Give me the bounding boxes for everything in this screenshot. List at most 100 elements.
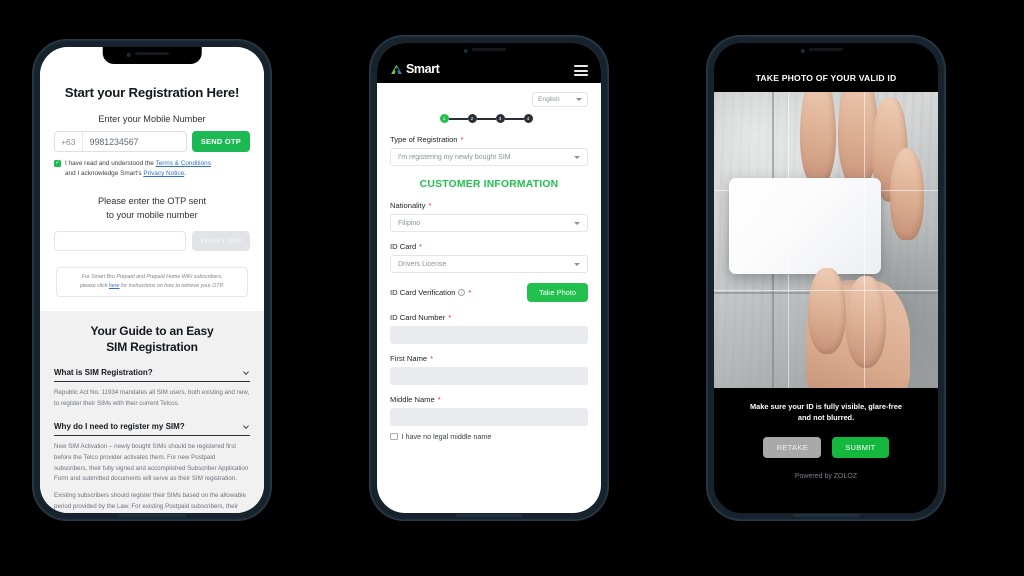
otp-instruction-line2: to your mobile number (106, 209, 198, 220)
no-middle-name-checkbox[interactable] (390, 432, 398, 441)
field-nationality: Nationality * Filipino (390, 201, 588, 232)
faq-header-1[interactable]: What is SIM Registration? (54, 368, 250, 383)
info-icon[interactable]: i (458, 289, 466, 296)
id-card-value: Drivers License (398, 260, 447, 268)
capture-instruction: Make sure your ID is fully visible, glar… (714, 388, 938, 423)
id-card-label-text: ID Card (390, 242, 417, 251)
id-card-preview (729, 178, 881, 274)
first-name-label-text: First Name (390, 354, 428, 363)
required-asterisk: * (468, 288, 472, 297)
first-name-input[interactable] (390, 367, 588, 385)
front-camera-icon (800, 49, 805, 53)
grid-line-vertical (864, 92, 866, 388)
note-here-link[interactable]: here (109, 283, 120, 289)
camera-viewfinder[interactable] (714, 92, 938, 388)
smart-bro-note: For Smart Bro Prepaid and Prepaid Home W… (56, 267, 248, 297)
take-photo-button[interactable]: Take Photo (527, 283, 588, 302)
type-of-registration-select[interactable]: I'm registering my newly bought SIM (390, 148, 588, 166)
grid-line-vertical (787, 92, 789, 388)
chevron-down-icon (574, 262, 580, 266)
faq-item-what-is-sim-registration[interactable]: What is SIM Registration? Republic Act N… (54, 368, 250, 409)
hamburger-line (574, 69, 588, 72)
faq-item-why-register-sim[interactable]: Why do I need to register my SIM? New SI… (54, 422, 250, 513)
step-1[interactable]: 1 (439, 114, 449, 123)
chevron-down-icon (574, 155, 580, 159)
id-number-label-text: ID Card Number (390, 313, 446, 322)
field-type-of-registration: Type of Registration * I'm registering my… (390, 135, 588, 166)
otp-row: VERIFY OTP (54, 231, 250, 252)
verify-otp-button[interactable]: VERIFY OTP (191, 231, 250, 252)
id-card-select[interactable]: Drivers License (390, 255, 588, 273)
language-selector[interactable]: English (532, 92, 588, 107)
phone3-screen: TAKE PHOTO OF YOUR VALID ID Make sure yo… (714, 43, 938, 513)
field-first-name: First Name * (390, 354, 588, 385)
phone-customer-information-form: Smart English 1 2 3 4 Type of Registrati… (370, 36, 608, 520)
submit-button[interactable]: SUBMIT (832, 437, 889, 459)
screenshot-stage: Start your Registration Here! Enter your… (0, 0, 1024, 576)
faq-answer-2-para2: Existing subscribers should register the… (54, 492, 246, 510)
nationality-select[interactable]: Filipino (390, 214, 588, 232)
capture-actions: RETAKE SUBMIT (714, 423, 938, 459)
grid-line-horizontal (714, 290, 938, 292)
step-connector (476, 117, 496, 120)
language-row: English (390, 92, 588, 107)
phone3-notch (776, 43, 876, 60)
step-3[interactable]: 3 (495, 114, 505, 123)
hamburger-line (574, 74, 588, 76)
capture-instruction-line2: and not blurred. (797, 412, 855, 422)
notch-speaker (472, 48, 506, 51)
phone3-inner: TAKE PHOTO OF YOUR VALID ID Make sure yo… (714, 43, 938, 513)
phone-id-capture: TAKE PHOTO OF YOUR VALID ID Make sure yo… (707, 36, 945, 520)
language-value: English (538, 96, 560, 103)
registration-top-section: Start your Registration Here! Enter your… (40, 47, 264, 297)
consent-checkbox[interactable] (54, 160, 61, 167)
id-card-number-input[interactable] (390, 326, 588, 344)
type-of-registration-label: Type of Registration * (390, 135, 588, 144)
chevron-down-icon (576, 98, 582, 101)
grid-line-horizontal (714, 189, 938, 191)
phone1-home-indicator (118, 514, 186, 517)
terms-conditions-link[interactable]: Terms & Conditions (156, 160, 211, 167)
privacy-notice-link[interactable]: Privacy Notice (143, 170, 184, 177)
retake-button[interactable]: RETAKE (763, 437, 822, 459)
type-label-text: Type of Registration (390, 135, 458, 144)
step-2[interactable]: 2 (467, 114, 477, 123)
middle-name-input[interactable] (390, 408, 588, 426)
required-asterisk: * (460, 135, 464, 144)
middle-name-label: Middle Name * (390, 395, 588, 404)
send-otp-button[interactable]: SEND OTP (191, 131, 250, 152)
id-capture-page: TAKE PHOTO OF YOUR VALID ID Make sure yo… (714, 43, 938, 513)
type-of-registration-value: I'm registering my newly bought SIM (398, 153, 511, 161)
finger (890, 148, 924, 240)
mobile-input[interactable]: 9981234567 (83, 132, 146, 151)
form-content: English 1 2 3 4 Type of Registration * I… (377, 83, 601, 441)
phone2-notch (439, 43, 539, 60)
note-line-1: For Smart Bro Prepaid and Prepaid Home W… (81, 274, 223, 281)
nationality-label: Nationality * (390, 201, 588, 210)
otp-input[interactable] (54, 231, 186, 252)
guide-title-line2: SIM Registration (106, 339, 198, 354)
section-title-customer-information: CUSTOMER INFORMATION (419, 179, 559, 190)
mobile-input-group[interactable]: +63 9981234567 (54, 131, 187, 152)
consent-block: I have read and understood the Terms & C… (54, 159, 250, 179)
brand-name: Smart (406, 62, 440, 76)
id-card-number-label: ID Card Number * (390, 313, 588, 322)
mobile-number-label: Enter your Mobile Number (98, 114, 206, 124)
country-code: +63 (55, 132, 83, 151)
field-middle-name: Middle Name * I have no legal middle name (390, 395, 588, 441)
field-id-card-verification: ID Card Verification i * Take Photo (390, 283, 588, 302)
faq-header-2[interactable]: Why do I need to register my SIM? (54, 422, 250, 437)
consent-end-text: . (184, 169, 186, 177)
chevron-down-icon (243, 425, 249, 429)
nationality-value: Filipino (398, 219, 421, 227)
front-camera-icon (126, 53, 131, 57)
no-middle-name-row[interactable]: I have no legal middle name (390, 432, 588, 441)
capture-instruction-line1: Make sure your ID is fully visible, glar… (750, 402, 902, 411)
step-4[interactable]: 4 (523, 114, 533, 123)
hamburger-menu-icon[interactable] (574, 65, 588, 76)
chevron-down-icon (243, 371, 249, 375)
guide-title: Your Guide to an Easy SIM Registration (54, 324, 250, 355)
faq-answer-1: Republic Act No. 11934 mandates all SIM … (54, 388, 250, 409)
faq-answer-2-para1: New SIM Activation – newly bought SIMs s… (54, 443, 249, 483)
consent-line-1: I have read and understood the Terms & C… (54, 159, 250, 169)
